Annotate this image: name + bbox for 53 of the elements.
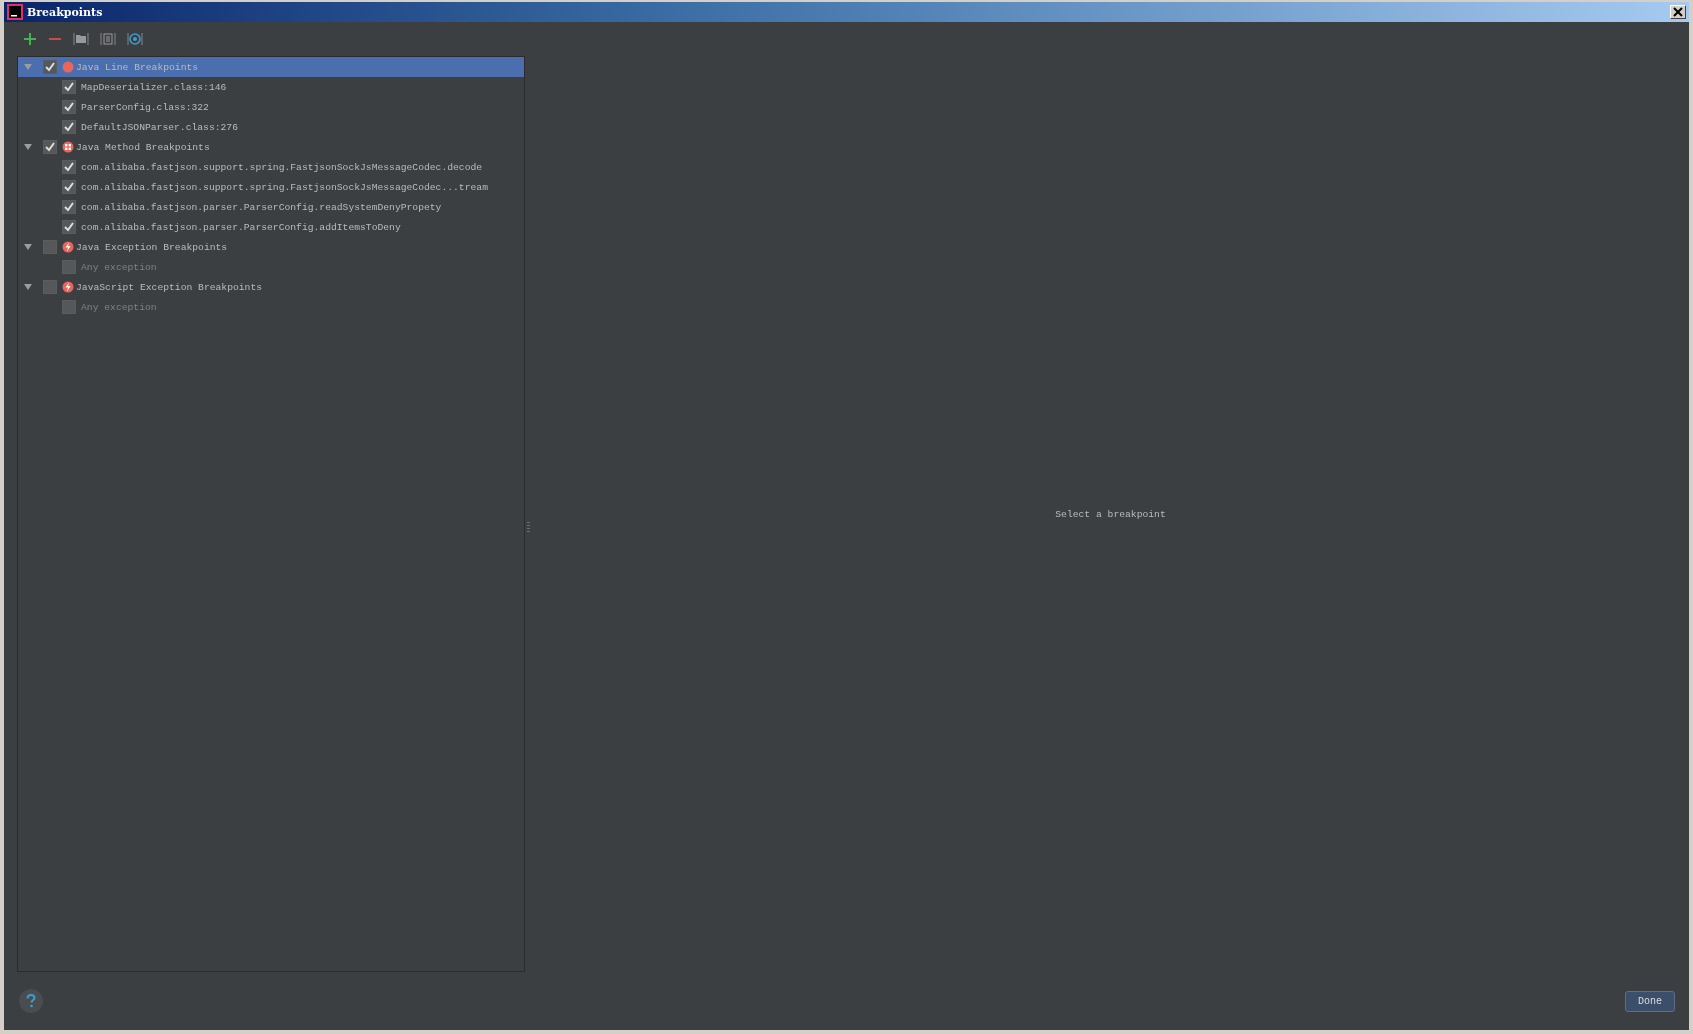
checkbox[interactable] <box>62 100 76 114</box>
breakpoint-label: ParserConfig.class:322 <box>81 101 209 113</box>
tree-row[interactable]: JavaScript Exception Breakpoints <box>18 277 524 297</box>
add-icon[interactable] <box>23 32 37 46</box>
tree-row[interactable]: com.alibaba.fastjson.parser.ParserConfig.addItemsToDeny <box>18 217 524 237</box>
tree-row[interactable]: com.alibaba.fastjson.parser.ParserConfig.readSystemDenyPropety <box>18 197 524 217</box>
breakpoint-dot-icon <box>62 61 74 73</box>
checkbox[interactable] <box>43 240 57 254</box>
folder-icon[interactable] <box>73 32 89 46</box>
expand-icon[interactable] <box>23 142 33 152</box>
tree-row[interactable]: MapDeserializer.class:146 <box>18 77 524 97</box>
window-title: Breakpoints <box>27 5 103 19</box>
group-label: Java Exception Breakpoints <box>76 241 228 253</box>
lightning-icon <box>62 241 74 253</box>
help-icon[interactable] <box>25 994 37 1008</box>
app-icon <box>7 4 23 20</box>
expand-icon[interactable] <box>23 242 33 252</box>
empty-detail-text: Select a breakpoint <box>1055 508 1166 520</box>
breakpoint-label: com.alibaba.fastjson.parser.ParserConfig.readSystemDenyPropety <box>81 201 442 213</box>
checkbox[interactable] <box>43 140 57 154</box>
breakpoint-label: DefaultJSONParser.class:276 <box>81 121 238 133</box>
breakpoint-label: Any exception <box>81 301 157 313</box>
checkbox[interactable] <box>62 160 76 174</box>
checkbox[interactable] <box>62 220 76 234</box>
document-icon[interactable] <box>100 32 116 46</box>
lightning-icon <box>62 281 74 293</box>
tree-row[interactable]: com.alibaba.fastjson.support.spring.FastjsonSockJsMessageCodec.decode <box>18 157 524 177</box>
breakpoint-label: com.alibaba.fastjson.parser.ParserConfig.addItemsToDeny <box>81 221 401 233</box>
tree-row[interactable]: Java Exception Breakpoints <box>18 237 524 257</box>
checkbox[interactable] <box>62 120 76 134</box>
help-button[interactable] <box>19 989 43 1013</box>
splitter-handle[interactable] <box>527 520 530 532</box>
group-label: Java Method Breakpoints <box>76 141 210 153</box>
group-label: JavaScript Exception Breakpoints <box>76 281 263 293</box>
checkbox[interactable] <box>43 280 57 294</box>
tree-row[interactable]: com.alibaba.fastjson.support.spring.FastjsonSockJsMessageCodec...tream <box>18 177 524 197</box>
tree-row[interactable]: Java Method Breakpoints <box>18 137 524 157</box>
target-icon[interactable] <box>127 32 143 46</box>
group-label: Java Line Breakpoints <box>76 61 199 73</box>
checkbox[interactable] <box>43 60 57 74</box>
breakpoint-label: MapDeserializer.class:146 <box>81 81 227 93</box>
method-breakpoint-icon <box>62 141 74 153</box>
breakpoint-label: com.alibaba.fastjson.support.spring.FastjsonSockJsMessageCodec.decode <box>81 161 483 173</box>
tree-row[interactable]: DefaultJSONParser.class:276 <box>18 117 524 137</box>
checkbox[interactable] <box>62 180 76 194</box>
checkbox[interactable] <box>62 80 76 94</box>
tree-row[interactable]: ParserConfig.class:322 <box>18 97 524 117</box>
expand-icon[interactable] <box>23 282 33 292</box>
done-button[interactable]: Done <box>1625 990 1675 1012</box>
breakpoint-label: Any exception <box>81 261 157 273</box>
checkbox[interactable] <box>62 200 76 214</box>
breakpoint-label: com.alibaba.fastjson.support.spring.FastjsonSockJsMessageCodec...tream <box>81 181 488 193</box>
close-button[interactable] <box>1670 5 1686 19</box>
